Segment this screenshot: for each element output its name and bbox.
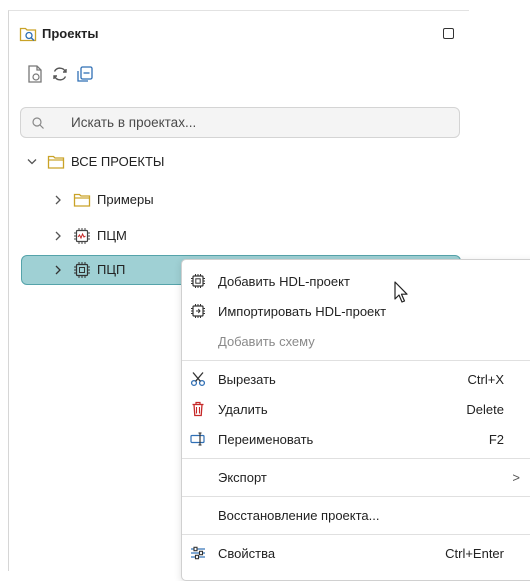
menu-item-rename[interactable]: Переименовать F2 xyxy=(182,424,530,454)
menu-item-restore-project[interactable]: Восстановление проекта... xyxy=(182,500,530,530)
chevron-right-icon[interactable] xyxy=(53,264,63,276)
menu-item-add-hdl-project[interactable]: Добавить HDL-проект xyxy=(182,266,530,296)
refresh-icon[interactable] xyxy=(49,63,71,85)
scissors-icon xyxy=(190,372,206,387)
shortcut-label: Ctrl+Enter xyxy=(445,546,504,561)
menu-item-delete[interactable]: Удалить Delete xyxy=(182,394,530,424)
tree-item-label: ПЦМ xyxy=(97,228,127,243)
chevron-down-icon[interactable] xyxy=(27,156,37,168)
collapse-all-icon[interactable] xyxy=(74,63,96,85)
chevron-right-icon[interactable] xyxy=(53,194,63,206)
shortcut-label: F2 xyxy=(488,432,504,447)
mouse-cursor-icon xyxy=(394,281,408,303)
menu-item-label: Удалить xyxy=(218,402,268,417)
menu-item-label: Добавить HDL-проект xyxy=(218,274,350,289)
chip-import-icon xyxy=(191,304,205,318)
panel-header: Проекты xyxy=(9,11,469,57)
tree-item-label: ВСЕ ПРОЕКТЫ xyxy=(71,154,165,169)
chip-add-icon xyxy=(191,274,205,288)
menu-separator xyxy=(182,360,530,361)
folder-icon xyxy=(73,193,91,207)
settings-sliders-icon xyxy=(191,546,205,560)
rename-icon xyxy=(190,432,205,446)
search-input[interactable] xyxy=(71,108,441,137)
menu-separator xyxy=(182,458,530,459)
maximize-icon[interactable] xyxy=(443,28,454,39)
tree-item-pcm[interactable]: ПЦМ xyxy=(9,223,469,249)
menu-item-label: Экспорт xyxy=(218,470,267,485)
chip-icon xyxy=(74,262,90,278)
menu-item-add-schema: Добавить схему xyxy=(182,326,530,356)
submenu-arrow-icon: > xyxy=(512,470,520,485)
context-menu: Добавить HDL-проект Импортировать HDL-пр… xyxy=(181,259,530,581)
menu-separator xyxy=(182,534,530,535)
panel-title: Проекты xyxy=(42,26,99,41)
projects-icon xyxy=(19,27,37,42)
menu-item-label: Переименовать xyxy=(218,432,314,447)
menu-item-label: Свойства xyxy=(218,546,276,561)
shortcut-label: Ctrl+X xyxy=(467,372,504,387)
menu-item-label: Импортировать HDL-проект xyxy=(218,304,387,319)
chevron-right-icon[interactable] xyxy=(53,230,63,242)
menu-item-import-hdl-project[interactable]: Импортировать HDL-проект xyxy=(182,296,530,326)
menu-item-label: Добавить схему xyxy=(218,334,315,349)
tree-item-examples[interactable]: Примеры xyxy=(9,187,469,213)
search-icon xyxy=(32,117,44,129)
tree-item-label: Примеры xyxy=(97,192,154,207)
menu-item-label: Восстановление проекта... xyxy=(218,508,380,523)
menu-item-export[interactable]: Экспорт > xyxy=(182,462,530,492)
search-box xyxy=(20,107,460,138)
panel-toolbar xyxy=(9,63,469,93)
trash-icon xyxy=(192,401,204,417)
shortcut-label: Delete xyxy=(466,402,504,417)
chip-signal-icon xyxy=(74,228,90,244)
tree-item-label: ПЦП xyxy=(97,262,126,277)
folder-icon xyxy=(47,155,65,169)
menu-separator xyxy=(182,496,530,497)
tree-item-root[interactable]: ВСЕ ПРОЕКТЫ xyxy=(9,149,469,175)
menu-item-cut[interactable]: Вырезать Ctrl+X xyxy=(182,364,530,394)
new-file-icon[interactable] xyxy=(24,63,46,85)
menu-item-label: Вырезать xyxy=(218,372,276,387)
